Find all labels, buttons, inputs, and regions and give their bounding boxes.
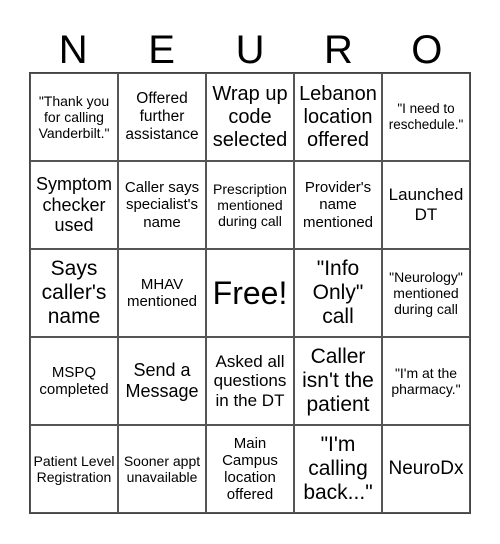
title-letter: R bbox=[323, 28, 353, 72]
bingo-cell[interactable]: Prescription mentioned during call bbox=[206, 161, 294, 249]
bingo-cell[interactable]: "Info Only" call bbox=[294, 249, 382, 337]
bingo-grid: "Thank you for calling Vanderbilt." Offer… bbox=[29, 72, 471, 514]
bingo-cell[interactable]: "I'm at the pharmacy." bbox=[382, 337, 470, 425]
title-letter: U bbox=[235, 28, 265, 72]
bingo-cell[interactable]: Says caller's name bbox=[30, 249, 118, 337]
bingo-cell[interactable]: Launched DT bbox=[382, 161, 470, 249]
bingo-cell[interactable]: Main Campus location offered bbox=[206, 425, 294, 513]
bingo-cell[interactable]: Patient Level Registration bbox=[30, 425, 118, 513]
bingo-cell[interactable]: Symptom checker used bbox=[30, 161, 118, 249]
bingo-cell[interactable]: Caller isn't the patient bbox=[294, 337, 382, 425]
bingo-cell[interactable]: Caller says specialist's name bbox=[118, 161, 206, 249]
bingo-cell[interactable]: Wrap up code selected bbox=[206, 73, 294, 161]
bingo-cell[interactable]: Lebanon location offered bbox=[294, 73, 382, 161]
bingo-title: N E U R O bbox=[29, 28, 471, 73]
bingo-cell[interactable]: Sooner appt unavailable bbox=[118, 425, 206, 513]
bingo-cell[interactable]: "I'm calling back..." bbox=[294, 425, 382, 513]
bingo-cell[interactable]: MHAV mentioned bbox=[118, 249, 206, 337]
bingo-cell[interactable]: Provider's name mentioned bbox=[294, 161, 382, 249]
free-space-cell[interactable]: Free! bbox=[206, 249, 294, 337]
bingo-cell[interactable]: "Thank you for calling Vanderbilt." bbox=[30, 73, 118, 161]
bingo-cell[interactable]: MSPQ completed bbox=[30, 337, 118, 425]
title-letter: N bbox=[58, 28, 88, 72]
title-letter: O bbox=[411, 28, 443, 72]
bingo-cell[interactable]: Asked all questions in the DT bbox=[206, 337, 294, 425]
bingo-cell[interactable]: Send a Message bbox=[118, 337, 206, 425]
title-letter: E bbox=[148, 28, 175, 72]
bingo-cell[interactable]: Offered further assistance bbox=[118, 73, 206, 161]
bingo-cell[interactable]: "I need to reschedule." bbox=[382, 73, 470, 161]
bingo-cell[interactable]: NeuroDx bbox=[382, 425, 470, 513]
bingo-cell[interactable]: "Neurology" mentioned during call bbox=[382, 249, 470, 337]
